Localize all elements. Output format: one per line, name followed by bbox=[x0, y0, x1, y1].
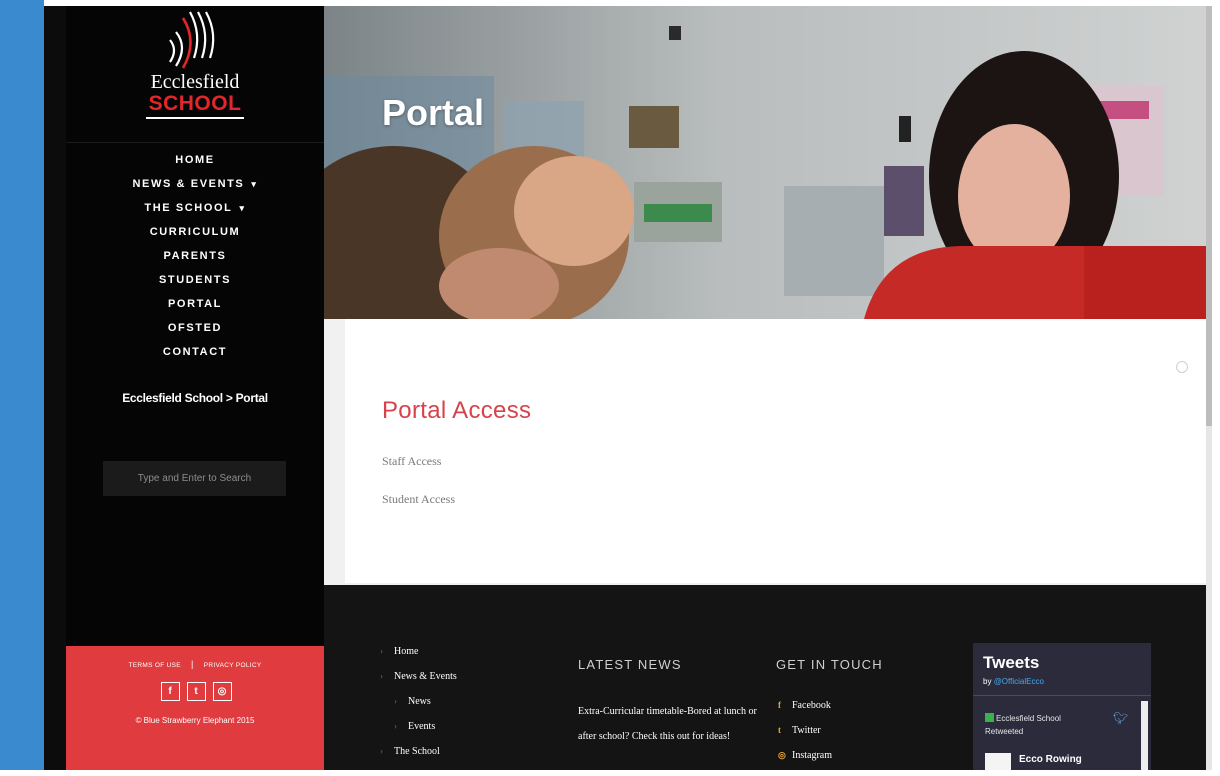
tweets-by-prefix: by bbox=[983, 677, 992, 686]
staff-access-link[interactable]: Staff Access bbox=[382, 454, 441, 469]
touch-label: Twitter bbox=[792, 725, 821, 736]
retweeter-name: Ecclesfield School bbox=[996, 714, 1061, 723]
browser-left-edge bbox=[0, 0, 44, 776]
facebook-icon[interactable]: f bbox=[160, 682, 180, 701]
scrollbar[interactable] bbox=[1141, 701, 1148, 770]
logo-line2: SCHOOL bbox=[148, 92, 242, 115]
arrow-icon: › bbox=[394, 696, 397, 706]
twitter-icon: t bbox=[778, 725, 781, 735]
get-in-touch-list: f Facebook t Twitter ◎ Instagram bbox=[778, 700, 898, 775]
footer-link-label: News bbox=[408, 696, 431, 707]
legal-divider: | bbox=[190, 659, 194, 669]
twitter-icon[interactable]: t bbox=[186, 682, 206, 701]
retweet-icon bbox=[985, 713, 994, 722]
facebook-link[interactable]: f Facebook bbox=[778, 700, 898, 725]
logo-underline bbox=[146, 117, 244, 119]
tweets-by: by @OfficialEcco bbox=[983, 677, 1044, 686]
circle-icon bbox=[1176, 361, 1188, 373]
footer-link-label: Events bbox=[408, 721, 436, 732]
twitter-link[interactable]: t Twitter bbox=[778, 725, 898, 750]
divider bbox=[66, 142, 324, 143]
facebook-icon: f bbox=[778, 700, 781, 710]
nav-label: PARENTS bbox=[163, 250, 227, 262]
student-access-link[interactable]: Student Access bbox=[382, 492, 455, 507]
footer-link-events[interactable]: › Events bbox=[380, 721, 500, 746]
nav-item-students[interactable]: STUDENTS bbox=[66, 270, 324, 294]
logo-arcs-icon bbox=[169, 11, 215, 69]
nav-item-portal[interactable]: PORTAL bbox=[66, 294, 324, 318]
credit-text[interactable]: © Blue Strawberry Elephant 2015 bbox=[66, 716, 324, 725]
touch-label: Facebook bbox=[792, 700, 831, 711]
nav-label: HOME bbox=[175, 154, 215, 166]
privacy-link[interactable]: PRIVACY POLICY bbox=[204, 662, 262, 669]
sidebar-footer: TERMS OF USE | PRIVACY POLICY f t ◎ © Bl… bbox=[66, 646, 324, 770]
terms-link[interactable]: TERMS OF USE bbox=[128, 662, 180, 669]
footer-link-label: The School bbox=[394, 746, 440, 757]
nav-label: PORTAL bbox=[167, 298, 222, 310]
tweets-title: Tweets bbox=[983, 653, 1040, 672]
nav-item-the-school[interactable]: THE SCHOOL ▾ bbox=[66, 198, 324, 222]
latest-news-heading: LATEST NEWS bbox=[578, 657, 682, 672]
twitter-bird-icon: 🐦︎ bbox=[1113, 711, 1129, 725]
get-in-touch-heading: GET IN TOUCH bbox=[776, 657, 883, 672]
page-title: Portal bbox=[382, 92, 485, 133]
nav-label: STUDENTS bbox=[158, 274, 232, 286]
footer-links: › Home › News & Events › News › Events › The … bbox=[380, 646, 500, 771]
nav-label: CONTACT bbox=[162, 346, 228, 358]
nav-label: THE SCHOOL bbox=[144, 202, 233, 214]
arrow-icon: › bbox=[380, 646, 383, 656]
instagram-icon[interactable]: ◎ bbox=[212, 682, 232, 701]
arrow-icon: › bbox=[380, 671, 383, 681]
tweet-author[interactable]: Ecco Rowing bbox=[1019, 754, 1082, 765]
chevron-down-icon: ▾ bbox=[239, 203, 246, 213]
page-left-edge bbox=[44, 0, 66, 776]
footer-link-home[interactable]: › Home bbox=[380, 646, 500, 671]
nav-label: CURRICULUM bbox=[149, 226, 241, 238]
arrow-icon: › bbox=[394, 721, 397, 731]
page-right-edge bbox=[1212, 0, 1220, 776]
school-logo[interactable]: Ecclesfield SCHOOL bbox=[66, 6, 324, 141]
nav-label: NEWS & EVENTS bbox=[132, 178, 245, 190]
logo-line1: Ecclesfield bbox=[150, 71, 240, 93]
footer-link-news-events[interactable]: › News & Events bbox=[380, 671, 500, 696]
hero-image bbox=[324, 6, 1206, 319]
touch-label: Instagram bbox=[792, 750, 832, 761]
retweet-label: Ecclesfield School Retweeted bbox=[985, 712, 1105, 738]
latest-news-item[interactable]: Extra-Curricular timetable-Bored at lunc… bbox=[578, 699, 764, 749]
search-input[interactable] bbox=[103, 461, 286, 496]
retweeted-label: Retweeted bbox=[985, 727, 1024, 736]
chevron-down-icon: ▾ bbox=[251, 179, 258, 189]
breadcrumb[interactable]: Ecclesfield School > Portal bbox=[66, 391, 324, 405]
tweets-widget: Tweets by @OfficialEcco Ecclesfield Scho… bbox=[973, 643, 1151, 770]
footer-link-label: News & Events bbox=[394, 671, 457, 682]
avatar[interactable] bbox=[985, 753, 1011, 770]
legal-links: TERMS OF USE | PRIVACY POLICY bbox=[66, 659, 324, 669]
nav-item-ofsted[interactable]: OFSTED bbox=[66, 318, 324, 342]
divider bbox=[973, 695, 1151, 696]
nav-label: OFSTED bbox=[167, 322, 223, 334]
footer-link-label: Home bbox=[394, 646, 419, 657]
nav-item-home[interactable]: HOME bbox=[66, 150, 324, 174]
content-card bbox=[345, 319, 1206, 583]
footer-link-the-school[interactable]: › The School bbox=[380, 746, 500, 771]
arrow-icon: › bbox=[380, 746, 383, 756]
nav-item-news-events[interactable]: NEWS & EVENTS ▾ bbox=[66, 174, 324, 198]
page-bottom-edge bbox=[0, 770, 1220, 776]
classroom-photo bbox=[324, 6, 1206, 319]
instagram-icon: ◎ bbox=[778, 750, 786, 760]
social-links: f t ◎ bbox=[153, 682, 239, 704]
footer-link-news[interactable]: › News bbox=[380, 696, 500, 721]
nav-item-contact[interactable]: CONTACT bbox=[66, 342, 324, 366]
portal-access-heading: Portal Access bbox=[382, 397, 532, 424]
tweets-handle-link[interactable]: @OfficialEcco bbox=[994, 677, 1044, 686]
main-nav: HOME NEWS & EVENTS ▾ THE SCHOOL ▾ CURRICUL… bbox=[66, 150, 324, 366]
nav-item-curriculum[interactable]: CURRICULUM bbox=[66, 222, 324, 246]
nav-item-parents[interactable]: PARENTS bbox=[66, 246, 324, 270]
